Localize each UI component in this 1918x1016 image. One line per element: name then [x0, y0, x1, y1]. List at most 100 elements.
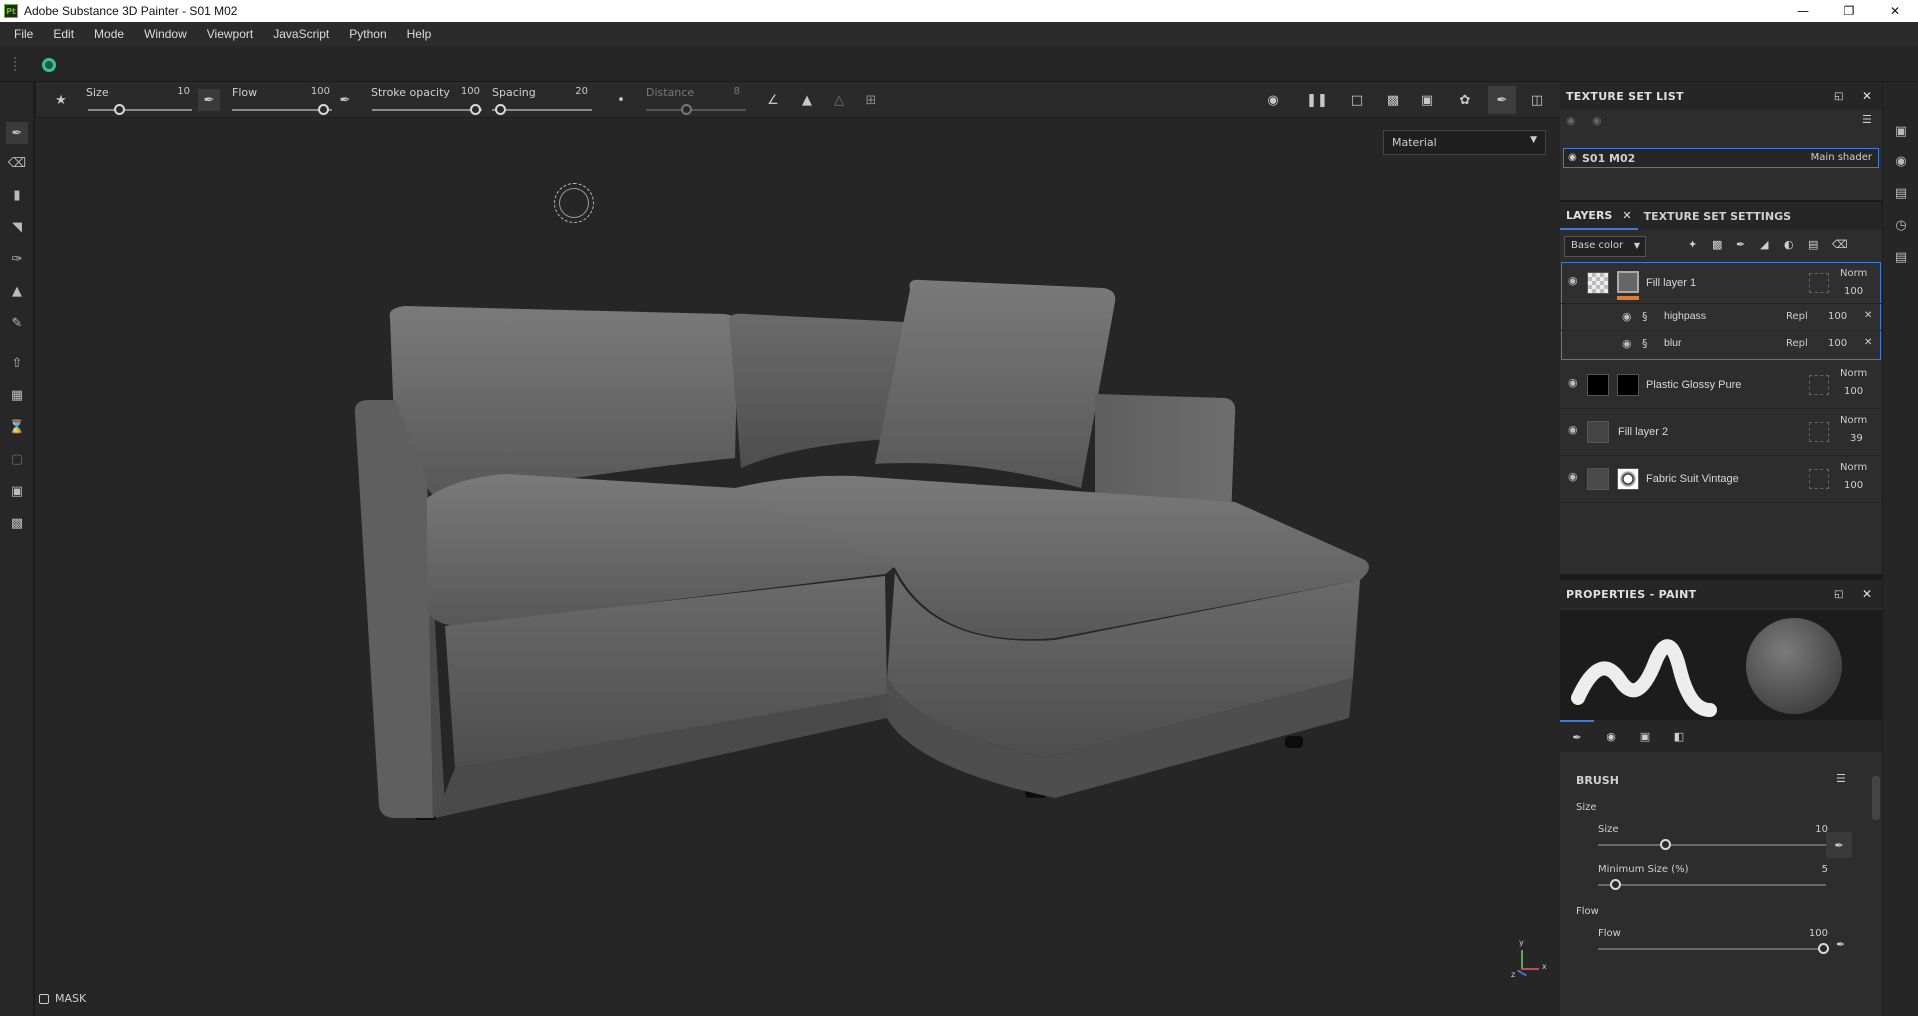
layer-geometry-icon[interactable]: ▦	[6, 384, 28, 406]
add-fill-layer-icon[interactable]: ◢	[1760, 238, 1768, 251]
add-paint-layer-icon[interactable]: ✒	[1736, 238, 1745, 251]
paint-mode-icon[interactable]: ✒	[1488, 86, 1516, 114]
flow-slider-knob[interactable]	[1818, 943, 1829, 954]
menu-file[interactable]: File	[4, 27, 43, 41]
channel-dropdown[interactable]: Base color ▼	[1564, 236, 1646, 257]
menu-icon[interactable]: ☰	[1862, 113, 1872, 126]
add-folder-icon[interactable]: ▤	[1808, 238, 1818, 251]
menu-mode[interactable]: Mode	[84, 27, 134, 41]
3d-viewport[interactable]: Material ▼ y x z MASK	[35, 118, 1560, 1016]
eye-closed-icon[interactable]: ◉	[1566, 114, 1576, 127]
pen-pressure-icon[interactable]: ✒	[1826, 832, 1852, 858]
eye-icon[interactable]: ◉	[1568, 424, 1582, 435]
brush-tab-icon[interactable]: ✒	[1560, 720, 1594, 752]
flow-pressure-icon[interactable]: ✒	[1836, 938, 1845, 951]
add-mask-icon[interactable]: ▩	[1712, 238, 1722, 251]
hourglass-icon[interactable]: ⌛	[6, 416, 28, 438]
eye-icon[interactable]: ◉	[1568, 377, 1582, 388]
eye-icon[interactable]: ◉	[1622, 338, 1636, 349]
display-cube-icon[interactable]: ▩	[1382, 89, 1404, 111]
flow-slider-knob[interactable]	[318, 104, 329, 115]
blend-mode[interactable]: Norm	[1840, 368, 1867, 379]
size-slider[interactable]	[88, 109, 192, 111]
minimum-size-slider[interactable]	[1598, 884, 1826, 886]
pen-pressure-icon[interactable]: ✒	[198, 89, 220, 111]
eye-icon[interactable]: ◉	[1568, 275, 1582, 286]
effect-row[interactable]: ◉ § blur Repl 100 ✕	[1560, 331, 1882, 358]
distance-slider-knob[interactable]	[681, 104, 692, 115]
eye-icon[interactable]: ◉	[1592, 114, 1602, 127]
effect-opacity[interactable]: 100	[1828, 338, 1847, 349]
pause-icon[interactable]: ❚❚	[1306, 89, 1328, 111]
mask-indicator[interactable]: MASK	[39, 992, 86, 1005]
projection-icon[interactable]: ▮	[6, 184, 28, 206]
log-icon[interactable]: ▤	[1892, 248, 1910, 266]
shader-settings-icon[interactable]: ◉	[1892, 152, 1910, 170]
size-slider[interactable]	[1598, 844, 1826, 846]
close-panel-icon[interactable]: ✕	[1862, 587, 1872, 601]
menu-help[interactable]: Help	[397, 27, 442, 41]
polygon-fill-icon[interactable]: ◥	[6, 216, 28, 238]
hide-icon[interactable]: ◉	[1262, 89, 1284, 111]
layer-row[interactable]: ◉ Plastic Glossy Pure Norm 100	[1560, 362, 1882, 409]
disabled-tool-icon[interactable]: ▢	[6, 448, 28, 470]
flow-slider[interactable]	[232, 109, 332, 111]
plugin-icon[interactable]	[42, 58, 56, 72]
blend-mode[interactable]: Norm	[1840, 415, 1867, 426]
layer-row[interactable]: ◉ Fabric Suit Vintage Norm 100	[1560, 456, 1882, 503]
display-settings-icon[interactable]: ▣	[1892, 122, 1910, 140]
tab-layers[interactable]: LAYERS ✕	[1560, 202, 1638, 230]
clone-stamp-icon[interactable]: ▲	[6, 280, 28, 302]
image-tool-icon[interactable]: ▣	[6, 480, 28, 502]
stencil-tab-icon[interactable]: ▣	[1628, 720, 1662, 752]
stroke-opacity-slider[interactable]	[372, 109, 482, 111]
history-icon[interactable]: ◷	[1892, 216, 1910, 234]
undock-icon[interactable]: ◱	[1834, 91, 1844, 102]
tab-texture-set-settings[interactable]: TEXTURE SET SETTINGS	[1638, 202, 1797, 230]
layer-opacity[interactable]: 39	[1850, 433, 1863, 444]
distance-slider[interactable]	[646, 109, 746, 111]
close-tab-icon[interactable]: ✕	[1622, 209, 1631, 222]
blend-mode[interactable]: Norm	[1840, 268, 1867, 279]
undock-icon[interactable]: ◱	[1834, 589, 1844, 600]
paint-brush-icon[interactable]: ✒	[6, 122, 28, 144]
close-panel-icon[interactable]: ✕	[1862, 89, 1872, 103]
layer-opacity[interactable]: 100	[1844, 286, 1863, 297]
remove-effect-icon[interactable]: ✕	[1864, 337, 1872, 348]
spacing-slider[interactable]	[492, 109, 592, 111]
color-picker-icon[interactable]: ✎	[6, 312, 28, 334]
grip-handle[interactable]	[14, 57, 16, 71]
minimize-icon[interactable]: —	[1780, 0, 1826, 22]
effect-row[interactable]: ◉ § highpass Repl 100 ✕	[1560, 304, 1882, 331]
layer-opacity[interactable]: 100	[1844, 386, 1863, 397]
maximize-icon[interactable]: ❐	[1826, 0, 1872, 22]
blend-mode[interactable]: Norm	[1840, 462, 1867, 473]
effect-opacity[interactable]: 100	[1828, 311, 1847, 322]
lazy-mouse-icon[interactable]: •	[610, 89, 632, 111]
minimum-size-slider-knob[interactable]	[1610, 879, 1621, 890]
material-mode-dropdown[interactable]: Material ▼	[1383, 130, 1546, 155]
layer-row[interactable]: ◉ Fill layer 2 Norm 39	[1560, 409, 1882, 456]
spacing-slider-knob[interactable]	[495, 104, 506, 115]
eye-icon[interactable]: ◉	[1622, 311, 1636, 322]
layer-row[interactable]: ◉ Fill layer 1 Norm 100	[1560, 264, 1882, 304]
brush-preset-icon[interactable]: ★	[50, 89, 72, 111]
menu-window[interactable]: Window	[134, 27, 197, 41]
camera-icon[interactable]: ▣	[1416, 89, 1438, 111]
menu-python[interactable]: Python	[339, 27, 396, 41]
eraser-icon[interactable]: ⌫	[6, 152, 28, 174]
symmetry-icon[interactable]: ▲	[796, 89, 818, 111]
layer-opacity[interactable]: 100	[1844, 480, 1863, 491]
transform-icon[interactable]: ⊞	[860, 89, 882, 111]
brush-menu-icon[interactable]: ☰	[1836, 772, 1846, 785]
flow-pressure-icon[interactable]: ✒	[334, 89, 356, 111]
remove-effect-icon[interactable]: ✕	[1864, 310, 1872, 321]
bake-icon[interactable]: ✿	[1454, 89, 1476, 111]
add-smart-material-icon[interactable]: ◐	[1784, 238, 1794, 251]
alpha-tab-icon[interactable]: ◉	[1594, 720, 1628, 752]
blend-mode[interactable]: Repl	[1786, 338, 1808, 349]
box-tool-icon[interactable]: ▩	[6, 512, 28, 534]
menu-javascript[interactable]: JavaScript	[263, 27, 339, 41]
line-angle-icon[interactable]: ∠	[762, 89, 784, 111]
size-slider-knob[interactable]	[1660, 839, 1671, 850]
